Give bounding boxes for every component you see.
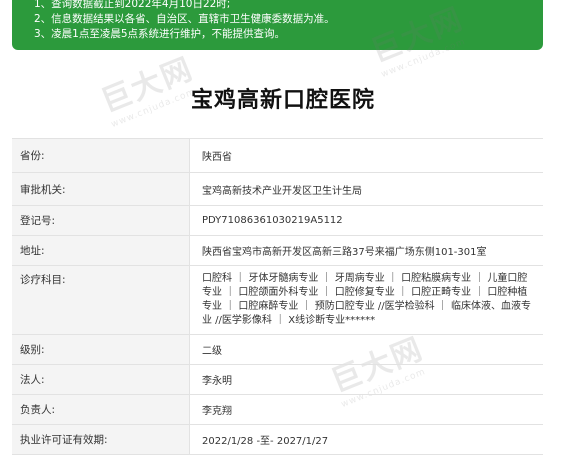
row-label: 级别: [12, 335, 190, 364]
row-label: 登记号: [12, 206, 190, 235]
row-label: 审批机关: [12, 173, 190, 205]
table-row-license-validity: 执业许可证有效期: 2022/1/28 -至- 2027/1/27 [12, 425, 543, 455]
notice-line: 1、查询数据截止到2022年4月10日22时; [34, 0, 231, 10]
notice-line: 3、凌晨1点至凌晨5点系统进行维护，不能提供查询。 [34, 28, 286, 40]
row-label: 负责人: [12, 395, 190, 424]
row-label: 法人: [12, 365, 190, 394]
notice-banner: 1、查询数据截止到2022年4月10日22时; 2、信息数据结果以各省、自治区、… [12, 0, 543, 50]
row-value: 陕西省 [202, 152, 232, 163]
row-value: 二级 [202, 346, 222, 357]
row-label: 执业许可证有效期: [12, 425, 190, 454]
row-value: 李永明 [202, 376, 232, 387]
info-table: 省份: 陕西省 审批机关: 宝鸡高新技术产业开发区卫生计生局 登记号: PDY7… [12, 138, 543, 455]
table-row-address: 地址: 陕西省宝鸡市高新开发区高新三路37号来福广场东侧101-301室 [12, 236, 543, 266]
table-row-registration: 登记号: PDY71086361030219A5112 [12, 206, 543, 236]
table-row-manager: 负责人: 李克翔 [12, 395, 543, 425]
table-row-departments: 诊疗科目: 口腔科 ｜ 牙体牙髓病专业 ｜ 牙周病专业 ｜ 口腔粘膜病专业 ｜ … [12, 266, 543, 335]
table-row-level: 级别: 二级 [12, 335, 543, 365]
row-label: 省份: [12, 139, 190, 172]
table-row-legal-person: 法人: 李永明 [12, 365, 543, 395]
row-value: 李克翔 [202, 406, 232, 417]
row-label: 诊疗科目: [12, 266, 190, 334]
row-value: 宝鸡高新技术产业开发区卫生计生局 [202, 185, 362, 197]
row-value: PDY71086361030219A5112 [202, 215, 343, 226]
page-title: 宝鸡高新口腔医院 [190, 88, 375, 113]
row-value: 口腔科 ｜ 牙体牙髓病专业 ｜ 牙周病专业 ｜ 口腔粘膜病专业 ｜ 儿童口腔专业… [202, 273, 531, 326]
row-value: 陕西省宝鸡市高新开发区高新三路37号来福广场东侧101-301室 [202, 247, 487, 258]
row-value: 2022/1/28 -至- 2027/1/27 [202, 436, 329, 447]
table-row-province: 省份: 陕西省 [12, 139, 543, 173]
row-label: 地址: [12, 236, 190, 265]
table-row-authority: 审批机关: 宝鸡高新技术产业开发区卫生计生局 [12, 173, 543, 206]
notice-line: 2、信息数据结果以各省、自治区、直辖市卫生健康委数据为准。 [34, 13, 335, 25]
